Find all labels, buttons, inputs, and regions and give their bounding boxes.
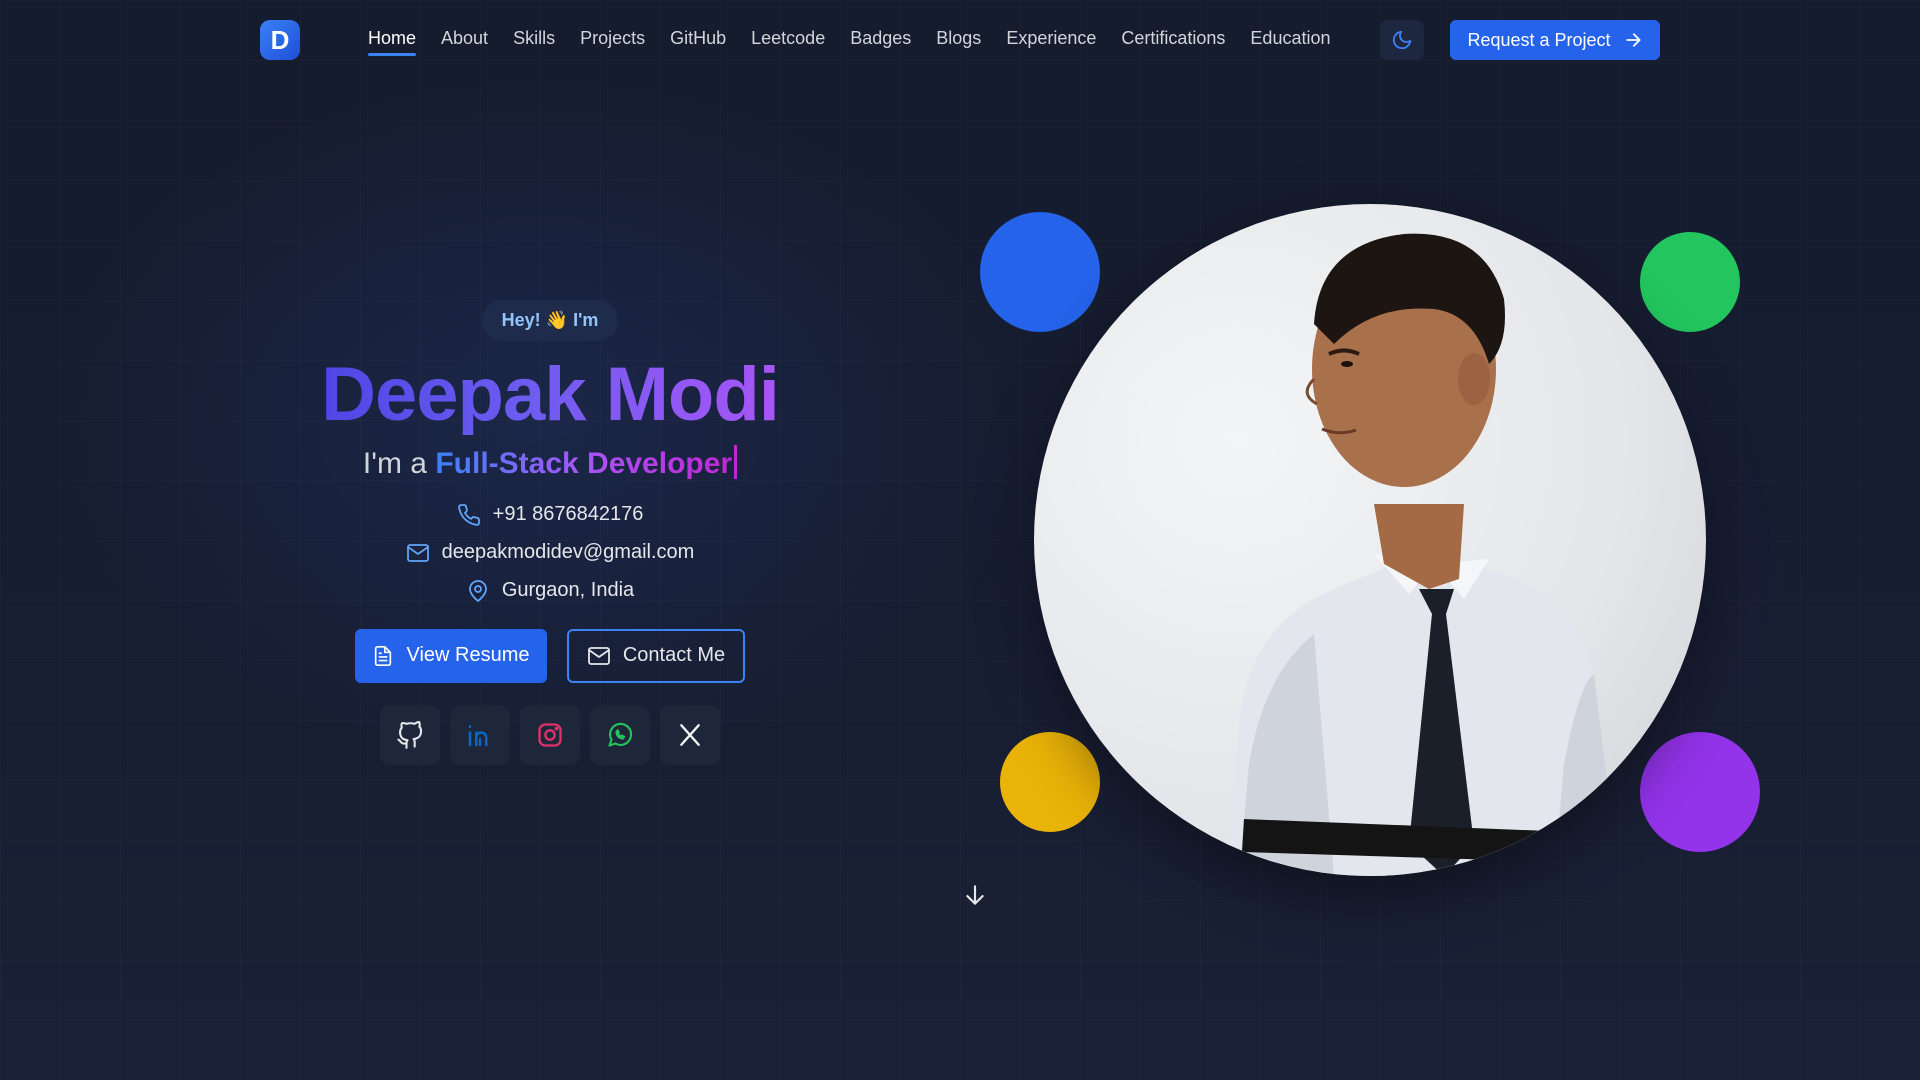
hero-name: Deepak Modi: [321, 352, 780, 437]
nav-link-certifications[interactable]: Certifications: [1109, 28, 1238, 49]
decor-blob-yellow: [1000, 732, 1100, 832]
nav-link-skills[interactable]: Skills: [501, 28, 568, 49]
nav-link-github[interactable]: GitHub: [658, 28, 739, 49]
profile-photo: [1034, 204, 1706, 876]
social-linkedin[interactable]: [450, 704, 510, 765]
view-resume-label: View Resume: [406, 644, 530, 667]
x-icon: [680, 723, 700, 746]
nav-link-projects[interactable]: Projects: [568, 28, 658, 49]
whatsapp-icon: [608, 722, 633, 747]
instagram-icon: [538, 723, 562, 747]
phone-icon: [457, 503, 480, 526]
moon-icon: [1392, 30, 1412, 50]
decor-blob-blue: [980, 212, 1100, 332]
contact-phone[interactable]: +91 8676842176: [457, 503, 644, 527]
contact-list: +91 8676842176 deepakmodidev@gmail.com G…: [406, 503, 695, 603]
nav-links: Home About Skills Projects GitHub Leetco…: [368, 28, 1343, 56]
role-prefix: I'm a: [362, 446, 427, 480]
contact-location: Gurgaon, India: [466, 579, 634, 603]
file-icon: [375, 645, 392, 666]
phone-text: +91 8676842176: [492, 503, 644, 526]
mail-icon: [587, 646, 610, 665]
site-logo[interactable]: D: [260, 20, 300, 60]
location-text: Gurgaon, India: [501, 579, 635, 602]
mail-icon: [406, 543, 429, 562]
social-links: [380, 704, 720, 765]
top-navbar: D Home About Skills Projects GitHub Leet…: [0, 0, 1920, 80]
nav-link-home[interactable]: Home: [368, 28, 429, 56]
arrow-right-icon: [1625, 33, 1641, 47]
nav-link-leetcode[interactable]: Leetcode: [739, 28, 838, 49]
contact-email[interactable]: deepakmodidev@gmail.com: [406, 541, 695, 565]
request-project-button[interactable]: Request a Project: [1450, 20, 1660, 60]
contact-me-button[interactable]: Contact Me: [567, 628, 745, 683]
map-pin-icon: [468, 579, 487, 602]
view-resume-button[interactable]: View Resume: [355, 628, 547, 683]
typing-cursor: [734, 444, 738, 479]
nav-link-experience[interactable]: Experience: [994, 28, 1109, 49]
role-highlight: Full-Stack Developer: [435, 446, 733, 480]
nav-link-about[interactable]: About: [429, 28, 501, 49]
decor-blob-green: [1640, 232, 1740, 332]
profile-photo-illustration: [1224, 233, 1626, 876]
social-x[interactable]: [660, 704, 720, 765]
greeting-badge: Hey! 👋 I'm: [481, 300, 619, 341]
cta-buttons: View Resume Contact Me: [355, 628, 745, 683]
scroll-down-arrow-icon[interactable]: [962, 882, 988, 908]
social-whatsapp[interactable]: [590, 704, 650, 765]
nav-link-education[interactable]: Education: [1238, 28, 1343, 49]
social-github[interactable]: [380, 704, 440, 765]
hero-intro: Hey! 👋 I'm Deepak Modi I'm a Full-Stack …: [250, 300, 850, 765]
nav-link-badges[interactable]: Badges: [838, 28, 924, 49]
hero-role: I'm a Full-Stack Developer: [362, 444, 738, 481]
email-text: deepakmodidev@gmail.com: [441, 541, 695, 564]
github-icon: [397, 720, 423, 749]
theme-toggle-button[interactable]: [1380, 20, 1424, 60]
linkedin-icon: [468, 724, 488, 747]
decor-blob-purple: [1640, 732, 1760, 852]
social-instagram[interactable]: [520, 704, 580, 765]
contact-me-label: Contact Me: [622, 644, 726, 667]
nav-link-blogs[interactable]: Blogs: [924, 28, 994, 49]
request-project-label: Request a Project: [1467, 29, 1611, 50]
